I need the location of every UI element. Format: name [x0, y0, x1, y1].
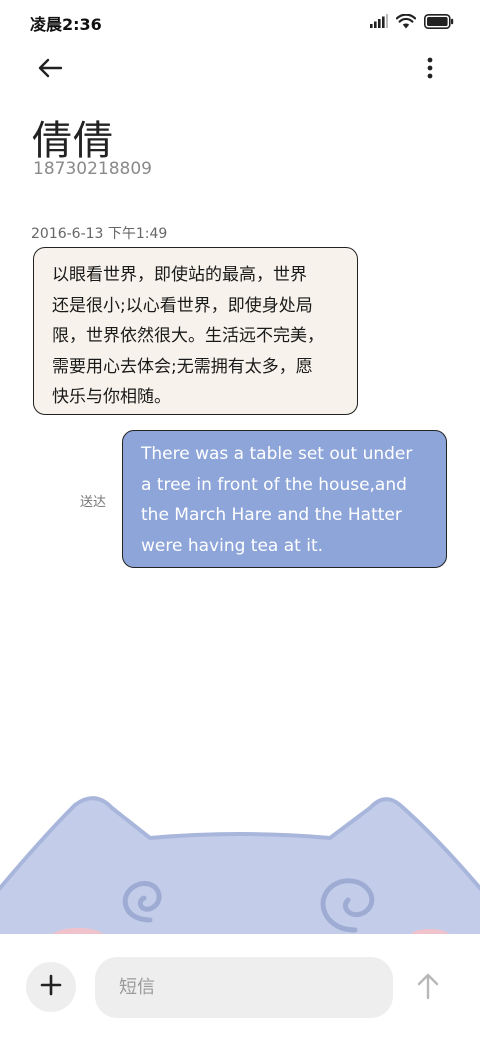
- message-timestamp: 2016-6-13 下午1:49: [31, 226, 168, 242]
- arrow-up-icon: [416, 972, 440, 1004]
- message-line: a tree in front of the house,and: [141, 474, 407, 495]
- status-icons: [370, 12, 454, 30]
- more-options-button[interactable]: [412, 52, 448, 88]
- messaging-screen: 凌晨2:36 倩倩 18730218809 2016-6-13 下午1:49 以…: [0, 0, 480, 1040]
- message-line: There was a table set out under: [141, 444, 413, 464]
- outgoing-message-bubble[interactable]: There was a table set out under a tree i…: [122, 430, 447, 568]
- message-line: 以眼看世界，即使站的最高，世界: [52, 265, 307, 285]
- message-line: 限，世界依然很大。生活远不完美，: [52, 326, 324, 346]
- battery-icon: [424, 13, 454, 29]
- message-line: were having tea at it.: [141, 535, 324, 556]
- status-bar: 凌晨2:36: [0, 0, 480, 44]
- message-line: 快乐与你相随。: [52, 387, 171, 407]
- arrow-left-icon: [37, 58, 63, 82]
- signal-icon: [370, 14, 388, 28]
- send-button[interactable]: [410, 970, 446, 1006]
- back-button[interactable]: [30, 52, 70, 88]
- contact-name: 倩倩: [32, 118, 114, 164]
- status-time: 凌晨2:36: [30, 15, 102, 34]
- message-line: the March Hare and the Hatter: [141, 505, 402, 525]
- cat-wallpaper-illustration: [0, 780, 480, 944]
- message-line: 还是很小;以心看世界，即使身处局: [52, 295, 313, 316]
- wifi-icon: [396, 13, 416, 29]
- message-line: 需要用心去体会;无需拥有太多，愿: [52, 356, 313, 377]
- sms-input[interactable]: [95, 957, 393, 1018]
- delivery-status: 送达: [80, 495, 107, 510]
- more-vertical-icon: [427, 57, 433, 83]
- incoming-message-bubble[interactable]: 以眼看世界，即使站的最高，世界 还是很小;以心看世界，即使身处局 限，世界依然很…: [33, 247, 358, 415]
- plus-icon: [40, 974, 62, 1000]
- add-attachment-button[interactable]: [26, 962, 76, 1012]
- contact-phone: 18730218809: [33, 159, 152, 179]
